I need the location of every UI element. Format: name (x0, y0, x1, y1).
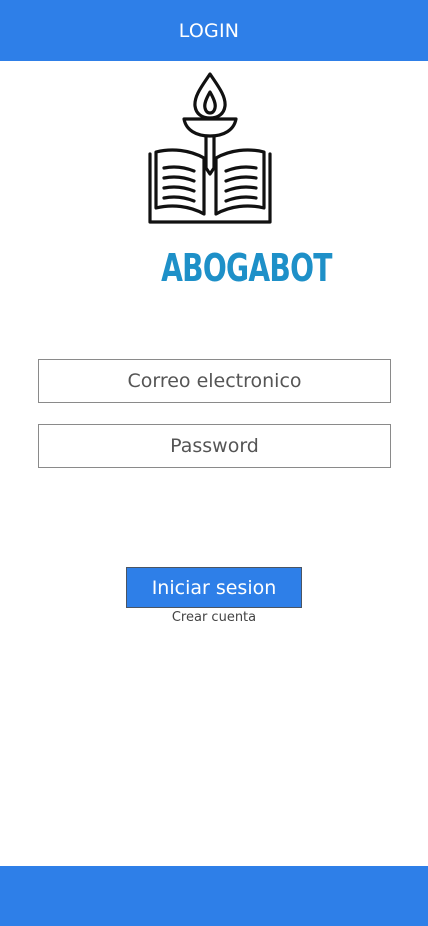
book-torch-icon (148, 72, 272, 224)
page-title: LOGIN (178, 19, 240, 42)
email-field[interactable] (38, 359, 391, 403)
logo-wordmark: ABOGABOT (161, 246, 332, 290)
login-button[interactable]: Iniciar sesion (126, 567, 302, 608)
footer-bar (0, 866, 428, 926)
app-logo: ABOGABOT (144, 72, 332, 302)
password-input[interactable] (39, 425, 390, 467)
create-account-link[interactable]: Crear cuenta (0, 610, 428, 625)
password-field[interactable] (38, 424, 391, 468)
header-bar: LOGIN (0, 0, 428, 61)
email-input[interactable] (39, 360, 390, 402)
login-button-label: Iniciar sesion (151, 576, 277, 599)
